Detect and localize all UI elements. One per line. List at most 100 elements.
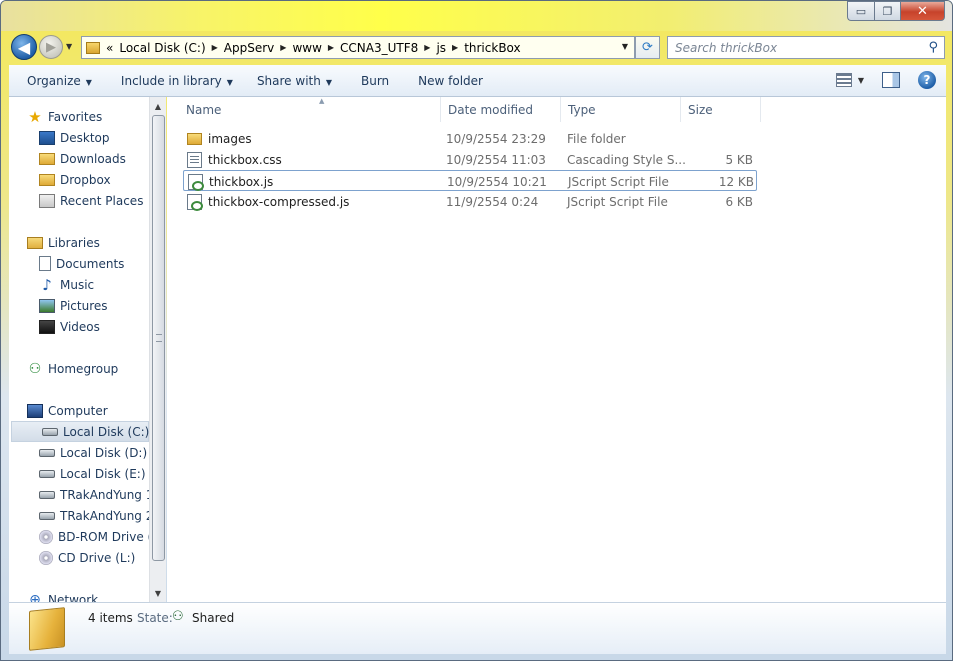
preview-pane-icon[interactable]	[882, 72, 900, 88]
title-bar[interactable]: ▭ ❐ ✕	[1, 1, 952, 31]
file-type: JScript Script File	[568, 174, 669, 189]
nav-label: Recent Places	[60, 193, 144, 208]
recent-pages-button[interactable]: ▼	[66, 42, 76, 52]
nav-libraries[interactable]: Libraries	[9, 232, 149, 253]
nav-network[interactable]: ⊕ Network	[9, 589, 149, 603]
drive-icon	[39, 469, 55, 478]
computer-icon	[27, 403, 43, 418]
close-icon: ✕	[917, 3, 928, 19]
file-row[interactable]: thickbox.css 10/9/2554 11:03 Cascading S…	[183, 149, 757, 170]
nav-label: Dropbox	[60, 172, 111, 187]
file-size	[693, 128, 753, 149]
share-with-button[interactable]: Share with ▼	[257, 74, 332, 88]
js-file-icon	[187, 193, 203, 211]
chevron-down-icon: ▼	[325, 77, 332, 87]
sort-ascending-icon: ▲	[319, 97, 325, 105]
search-icon[interactable]: ⚲	[928, 40, 938, 55]
refresh-icon: ⟳	[642, 40, 653, 55]
file-row-focused[interactable]: thickbox.js 10/9/2554 10:21 JScript Scri…	[183, 170, 757, 191]
search-box[interactable]: Search thrickBox ⚲	[667, 36, 945, 59]
maximize-button[interactable]: ❐	[874, 1, 900, 21]
nav-homegroup[interactable]: ⚇ Homegroup	[9, 358, 149, 379]
nav-computer[interactable]: Computer	[9, 400, 149, 421]
breadcrumb-separator-icon[interactable]: ▶	[280, 43, 286, 52]
scroll-down-icon[interactable]: ▼	[150, 585, 166, 601]
nav-documents[interactable]: Documents	[9, 253, 149, 274]
breadcrumb-js[interactable]: js	[436, 41, 446, 55]
nav-label: BD-ROM Drive (K	[58, 529, 161, 544]
nav-label: Local Disk (E:)	[60, 466, 146, 481]
network-icon: ⊕	[29, 591, 41, 603]
file-row[interactable]: thickbox-compressed.js 11/9/2554 0:24 JS…	[183, 191, 757, 212]
nav-videos[interactable]: Videos	[9, 316, 149, 337]
nav-bd-rom-drive[interactable]: BD-ROM Drive (K	[9, 526, 160, 547]
navigation-scrollbar[interactable]: ▲ ▼	[149, 97, 166, 602]
include-in-library-button[interactable]: Include in library ▼	[121, 74, 233, 88]
back-arrow-icon: ◀	[17, 37, 31, 57]
column-header-size[interactable]: Size	[681, 97, 761, 122]
nav-dropbox[interactable]: Dropbox	[9, 169, 149, 190]
nav-favorites[interactable]: ★ Favorites	[9, 106, 149, 127]
new-folder-button[interactable]: New folder	[418, 74, 483, 88]
nav-trakandyung-2[interactable]: TRakAndYung 2	[9, 505, 153, 526]
file-name-cell: images	[187, 128, 252, 149]
nav-label: Network	[48, 592, 99, 603]
file-name: images	[208, 131, 252, 146]
file-row[interactable]: images 10/9/2554 23:29 File folder	[183, 128, 757, 149]
nav-local-disk-e[interactable]: Local Disk (E:)	[9, 463, 149, 484]
column-header-name[interactable]: Name ▲	[179, 97, 441, 122]
homegroup-icon: ⚇	[28, 360, 42, 377]
nav-music[interactable]: ♪ Music	[9, 274, 149, 295]
nav-recent-places[interactable]: Recent Places	[9, 190, 149, 211]
refresh-button[interactable]: ⟳	[635, 36, 660, 59]
nav-pictures[interactable]: Pictures	[9, 295, 149, 316]
nav-downloads[interactable]: Downloads	[9, 148, 149, 169]
nav-local-disk-c[interactable]: Local Disk (C:)	[11, 421, 149, 442]
breadcrumb-separator-icon[interactable]: ▶	[212, 43, 218, 52]
back-button[interactable]: ◀	[11, 34, 37, 60]
state-value: Shared	[192, 611, 235, 625]
column-header-type[interactable]: Type	[561, 97, 681, 122]
folder-icon	[29, 607, 65, 651]
breadcrumb-local-disk[interactable]: Local Disk (C:)	[119, 41, 205, 55]
file-size: 6 KB	[725, 194, 753, 209]
search-input[interactable]: Search thrickBox	[675, 41, 777, 55]
address-bar[interactable]: « Local Disk (C:) ▶ AppServ ▶ www ▶ CCNA…	[81, 36, 635, 59]
organize-button[interactable]: Organize ▼	[27, 74, 92, 88]
minimize-button[interactable]: ▭	[847, 1, 874, 21]
chevron-down-icon: ▼	[85, 77, 92, 87]
help-icon[interactable]: ?	[918, 71, 936, 89]
chevron-down-icon[interactable]: ▼	[858, 76, 864, 85]
breadcrumb-www[interactable]: www	[292, 41, 321, 55]
nav-trakandyung-1[interactable]: TRakAndYung 1	[9, 484, 153, 505]
breadcrumb-appserv[interactable]: AppServ	[224, 41, 274, 55]
scroll-up-icon[interactable]: ▲	[150, 98, 166, 114]
breadcrumb-overflow[interactable]: «	[106, 41, 113, 55]
column-header-date-modified[interactable]: Date modified	[441, 97, 561, 122]
breadcrumb-separator-icon[interactable]: ▶	[452, 43, 458, 52]
breadcrumb-separator-icon[interactable]: ▶	[328, 43, 334, 52]
breadcrumb-ccna3[interactable]: CCNA3_UTF8	[340, 41, 418, 55]
css-file-icon	[187, 151, 202, 168]
js-file-icon	[188, 173, 204, 191]
nav-desktop[interactable]: Desktop	[9, 127, 149, 148]
nav-local-disk-d[interactable]: Local Disk (D:)	[9, 442, 149, 463]
file-name: thickbox.css	[208, 152, 282, 167]
nav-label: Homegroup	[48, 361, 119, 376]
breadcrumb-thrickbox[interactable]: thrickBox	[464, 41, 520, 55]
details-pane: 4 items State: ⚇ Shared	[9, 602, 946, 654]
file-date: 10/9/2554 23:29	[446, 131, 546, 146]
nav-cd-drive[interactable]: CD Drive (L:)	[9, 547, 149, 568]
scrollbar-thumb[interactable]	[152, 115, 165, 561]
file-date: 10/9/2554 10:21	[447, 174, 547, 189]
system-drive-icon	[42, 427, 58, 436]
change-view-icon[interactable]	[835, 73, 852, 87]
close-button[interactable]: ✕	[900, 1, 945, 21]
address-dropdown-icon[interactable]: ▼	[622, 42, 628, 51]
breadcrumb-separator-icon[interactable]: ▶	[424, 43, 430, 52]
drive-icon	[39, 511, 55, 520]
burn-button[interactable]: Burn	[361, 74, 389, 88]
navigation-pane: ★ Favorites Desktop Downloads Dropbox Rec…	[9, 97, 166, 602]
forward-button[interactable]: ▶	[39, 35, 63, 59]
column-label: Name	[186, 102, 222, 117]
